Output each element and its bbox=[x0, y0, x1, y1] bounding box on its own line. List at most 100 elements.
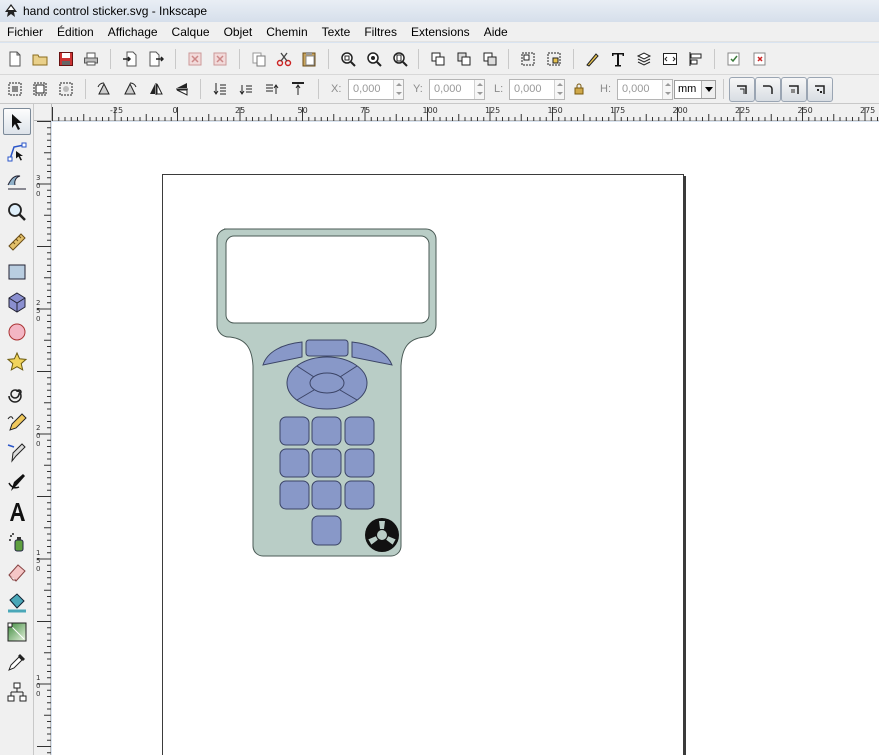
cut-icon[interactable] bbox=[273, 48, 295, 70]
spray-tool[interactable] bbox=[3, 528, 31, 555]
menu-chemin[interactable]: Chemin bbox=[259, 22, 314, 42]
keypad-key[interactable] bbox=[344, 448, 375, 478]
move-patterns-toggle[interactable] bbox=[807, 77, 833, 102]
paint-bucket-tool[interactable] bbox=[3, 588, 31, 615]
height-field[interactable]: 0,000 bbox=[617, 79, 673, 100]
select-all-icon[interactable] bbox=[4, 78, 26, 100]
zoom-tool[interactable] bbox=[3, 198, 31, 225]
fill-stroke-icon[interactable] bbox=[581, 48, 603, 70]
open-document-icon[interactable] bbox=[29, 48, 51, 70]
ruler-vertical[interactable]: 300250200150100 bbox=[34, 121, 51, 755]
height-spin-arrows[interactable] bbox=[662, 80, 672, 99]
text-tool[interactable] bbox=[3, 498, 31, 525]
preferences-icon[interactable] bbox=[723, 48, 745, 70]
select-all-layers-icon[interactable] bbox=[29, 78, 51, 100]
keypad-key[interactable] bbox=[344, 416, 375, 446]
lock-ratio-icon[interactable] bbox=[568, 78, 590, 100]
menu-aide[interactable]: Aide bbox=[477, 22, 515, 42]
deselect-icon[interactable] bbox=[55, 78, 77, 100]
copy-icon[interactable] bbox=[248, 48, 270, 70]
drawing-canvas[interactable] bbox=[52, 122, 879, 755]
flip-horizontal-icon[interactable] bbox=[145, 78, 167, 100]
eraser-tool[interactable] bbox=[3, 558, 31, 585]
pencil-tool[interactable] bbox=[3, 408, 31, 435]
xml-editor-icon[interactable] bbox=[659, 48, 681, 70]
unit-select[interactable]: mm bbox=[674, 80, 716, 99]
node-tool[interactable] bbox=[3, 138, 31, 165]
document-properties-icon[interactable] bbox=[749, 48, 771, 70]
align-distribute-icon[interactable] bbox=[685, 48, 707, 70]
display-screen[interactable] bbox=[225, 235, 430, 324]
text-font-icon[interactable] bbox=[607, 48, 629, 70]
ruler-horizontal[interactable]: -25 0 25 50 75 100 125 150 175 200 225 250 275 bbox=[52, 104, 879, 121]
calligraphy-tool[interactable] bbox=[3, 468, 31, 495]
x-spin-arrows[interactable] bbox=[393, 80, 403, 99]
keypad-key[interactable] bbox=[279, 448, 310, 478]
clone-icon[interactable] bbox=[453, 48, 475, 70]
keypad-key[interactable] bbox=[279, 416, 310, 446]
hand-control-sticker-drawing[interactable] bbox=[212, 226, 472, 576]
ungroup-icon[interactable] bbox=[543, 48, 565, 70]
y-field[interactable]: 0,000 bbox=[429, 79, 485, 100]
unlink-clone-icon[interactable] bbox=[479, 48, 501, 70]
export-icon[interactable] bbox=[145, 48, 167, 70]
group-icon[interactable] bbox=[517, 48, 539, 70]
keypad-key[interactable] bbox=[311, 480, 342, 510]
menu-objet[interactable]: Objet bbox=[217, 22, 260, 42]
spiral-tool[interactable] bbox=[3, 378, 31, 405]
pen-tool[interactable] bbox=[3, 438, 31, 465]
paste-icon[interactable] bbox=[298, 48, 320, 70]
import-icon[interactable] bbox=[119, 48, 141, 70]
ellipse-tool[interactable] bbox=[3, 318, 31, 345]
connector-tool[interactable] bbox=[3, 678, 31, 705]
menu-extensions[interactable]: Extensions bbox=[404, 22, 477, 42]
raise-top-icon[interactable] bbox=[287, 78, 309, 100]
gradient-tool[interactable] bbox=[3, 618, 31, 645]
redo-icon[interactable] bbox=[209, 48, 231, 70]
save-document-icon[interactable] bbox=[55, 48, 77, 70]
scale-stroke-toggle[interactable] bbox=[729, 77, 755, 102]
flip-vertical-icon[interactable] bbox=[171, 78, 193, 100]
scale-corners-toggle[interactable] bbox=[755, 77, 781, 102]
width-spin-arrows[interactable] bbox=[554, 80, 564, 99]
x-field[interactable]: 0,000 bbox=[348, 79, 404, 100]
zoom-selection-icon[interactable] bbox=[337, 48, 359, 70]
undo-icon[interactable] bbox=[184, 48, 206, 70]
unit-dropdown-arrow-icon[interactable] bbox=[701, 81, 715, 98]
lower-icon[interactable] bbox=[235, 78, 257, 100]
move-gradients-toggle[interactable] bbox=[781, 77, 807, 102]
dpad-center-key[interactable] bbox=[309, 372, 345, 394]
new-document-icon[interactable] bbox=[4, 48, 26, 70]
y-spin-arrows[interactable] bbox=[474, 80, 484, 99]
keypad-key[interactable] bbox=[311, 448, 342, 478]
menu-fichier[interactable]: Fichier bbox=[0, 22, 50, 42]
keypad-key[interactable] bbox=[344, 480, 375, 510]
print-icon[interactable] bbox=[80, 48, 102, 70]
menu-texte[interactable]: Texte bbox=[315, 22, 358, 42]
zoom-drawing-icon[interactable] bbox=[363, 48, 385, 70]
3dbox-tool[interactable] bbox=[3, 288, 31, 315]
keypad-key[interactable] bbox=[311, 416, 342, 446]
keypad-key[interactable] bbox=[279, 480, 310, 510]
rotate-ccw-icon[interactable] bbox=[93, 78, 115, 100]
keypad-key[interactable] bbox=[311, 515, 342, 546]
top-center-key[interactable] bbox=[305, 339, 349, 357]
layers-icon[interactable] bbox=[633, 48, 655, 70]
menu-calque[interactable]: Calque bbox=[165, 22, 217, 42]
lower-bottom-icon[interactable] bbox=[209, 78, 231, 100]
star-tool[interactable] bbox=[3, 348, 31, 375]
duplicate-icon[interactable] bbox=[427, 48, 449, 70]
tweak-tool[interactable] bbox=[3, 168, 31, 195]
zoom-page-icon[interactable] bbox=[389, 48, 411, 70]
ruler-horizontal-ticks: -25 0 25 50 75 100 125 150 175 200 225 250 275 bbox=[52, 106, 878, 121]
rectangle-tool[interactable] bbox=[3, 258, 31, 285]
rotate-cw-icon[interactable] bbox=[119, 78, 141, 100]
dropper-tool[interactable] bbox=[3, 648, 31, 675]
menu-filtres[interactable]: Filtres bbox=[357, 22, 404, 42]
measure-tool[interactable] bbox=[3, 228, 31, 255]
width-field[interactable]: 0,000 bbox=[509, 79, 565, 100]
selector-tool[interactable] bbox=[3, 108, 31, 135]
menu-affichage[interactable]: Affichage bbox=[101, 22, 165, 42]
raise-icon[interactable] bbox=[261, 78, 283, 100]
menu-edition[interactable]: Édition bbox=[50, 22, 101, 42]
